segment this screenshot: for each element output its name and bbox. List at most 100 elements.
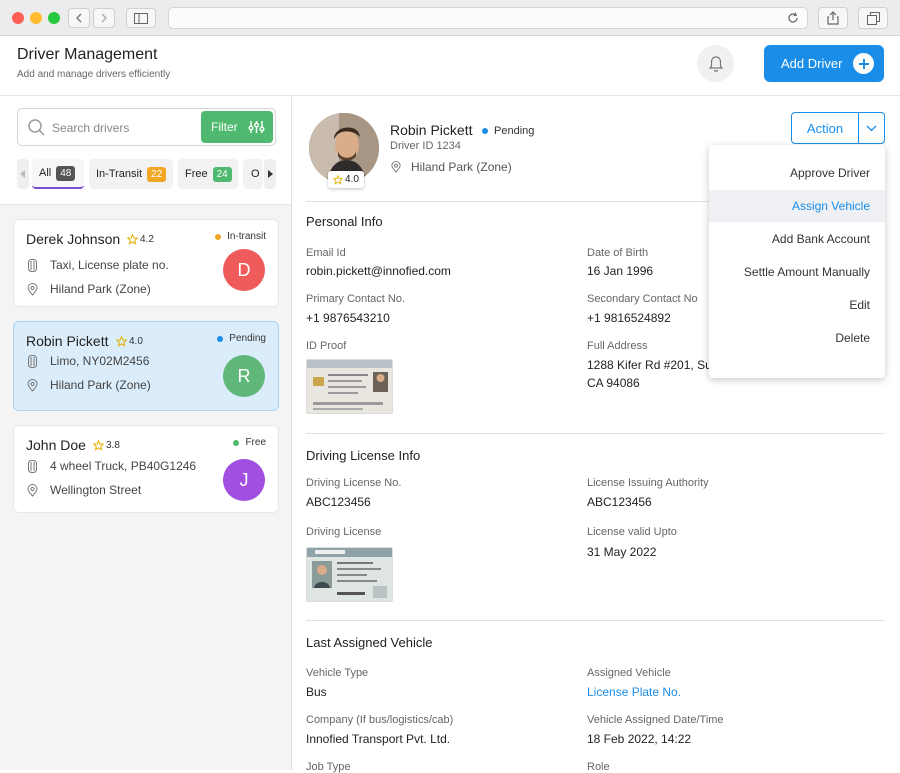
- rating-value: 3.8: [106, 440, 120, 451]
- menu-item-settle-amount[interactable]: Settle Amount Manually: [709, 256, 885, 288]
- issuing-authority-label: License Issuing Authority: [587, 477, 709, 489]
- sidebar-toggle-button[interactable]: [126, 8, 156, 28]
- sliders-icon: [248, 121, 265, 133]
- profile-rating-badge: 4.0: [328, 171, 364, 188]
- driving-license-thumbnail[interactable]: [306, 547, 393, 602]
- window-titlebar: [0, 0, 900, 36]
- share-icon: [827, 11, 839, 25]
- id-proof-thumbnail[interactable]: [306, 359, 393, 414]
- driver-list-panel: Filter All 48 In-Transit 22 Free 24 O: [0, 97, 292, 770]
- zone-text: Hiland Park (Zone): [50, 282, 151, 296]
- primary-contact-label: Primary Contact No.: [306, 293, 406, 305]
- driver-status: Pending: [217, 333, 266, 344]
- menu-item-delete[interactable]: Delete: [709, 322, 885, 354]
- license-card-image-icon: [307, 548, 392, 601]
- driver-zone: Hiland Park (Zone): [26, 378, 151, 392]
- chip-in-transit[interactable]: In-Transit 22: [89, 159, 173, 189]
- action-button-label[interactable]: Action: [792, 113, 859, 143]
- chips-scroll-right-button[interactable]: [264, 159, 276, 189]
- search-input[interactable]: [52, 118, 202, 138]
- notifications-button[interactable]: [697, 45, 734, 82]
- zoom-window-button[interactable]: [48, 12, 60, 24]
- driver-name: Robin Pickett: [26, 333, 109, 349]
- profile-zone: Hiland Park (Zone): [390, 160, 512, 174]
- close-window-button[interactable]: [12, 12, 24, 24]
- driver-zone: Hiland Park (Zone): [26, 282, 151, 296]
- reload-icon[interactable]: [787, 12, 799, 24]
- share-button[interactable]: [818, 7, 848, 29]
- driver-card[interactable]: John Doe 3.8 Free 4 wheel Truck, PB40G12…: [13, 425, 279, 513]
- vehicle-type-label: Vehicle Type: [306, 667, 369, 679]
- rating-value: 4.2: [140, 234, 154, 245]
- driver-name: John Doe: [26, 437, 86, 453]
- caret-right-icon: [268, 170, 273, 178]
- tire-icon: [28, 459, 37, 473]
- vehicle-text: Limo, NY02M2456: [50, 354, 150, 368]
- assigned-vehicle-link[interactable]: License Plate No.: [587, 683, 681, 701]
- sidebar-icon: [134, 12, 148, 24]
- email-value: robin.pickett@innofied.com: [306, 264, 451, 278]
- role-label: Role: [587, 761, 610, 773]
- address-bar[interactable]: [168, 7, 808, 29]
- section-divider: [306, 433, 885, 434]
- avatar: J: [223, 459, 265, 501]
- chip-other[interactable]: O: [243, 159, 263, 189]
- chip-label: Free: [185, 168, 208, 180]
- chip-free[interactable]: Free 24: [178, 159, 238, 189]
- driver-vehicle: 4 wheel Truck, PB40G1246: [26, 459, 196, 473]
- minimize-window-button[interactable]: [30, 12, 42, 24]
- plus-icon: [853, 53, 874, 74]
- filter-button[interactable]: Filter: [201, 111, 273, 143]
- forward-button[interactable]: [93, 8, 115, 28]
- section-title-last-vehicle: Last Assigned Vehicle: [306, 635, 433, 650]
- status-dot: [217, 335, 224, 342]
- chip-label: O: [251, 168, 260, 180]
- assigned-date-value: 18 Feb 2022, 14:22: [587, 732, 692, 746]
- zone-text: Wellington Street: [50, 483, 142, 497]
- chip-count: 22: [147, 166, 167, 182]
- chip-all[interactable]: All 48: [32, 159, 84, 189]
- tabs-icon: [866, 11, 880, 25]
- driver-card[interactable]: Robin Pickett 4.0 Pending Limo, NY02M245…: [13, 321, 279, 411]
- dob-label: Date of Birth: [587, 247, 649, 259]
- driver-status: In-transit: [215, 231, 266, 242]
- filter-label: Filter: [211, 120, 238, 134]
- menu-item-assign-vehicle[interactable]: Assign Vehicle: [709, 190, 885, 222]
- menu-item-edit[interactable]: Edit: [709, 289, 885, 321]
- back-button[interactable]: [68, 8, 90, 28]
- page-title: Driver Management: [17, 46, 158, 63]
- driver-rating: 3.8: [93, 440, 120, 451]
- menu-item-approve-driver[interactable]: Approve Driver: [709, 157, 885, 189]
- caret-left-icon: [20, 170, 25, 178]
- add-driver-label: Add Driver: [781, 56, 843, 71]
- action-dropdown-button[interactable]: Action: [791, 112, 885, 144]
- vehicle-text: Taxi, License plate no.: [50, 258, 169, 272]
- tab-overview-button[interactable]: [858, 7, 888, 29]
- chevron-down-icon[interactable]: [859, 113, 884, 143]
- search-icon: [28, 119, 45, 136]
- add-driver-button[interactable]: Add Driver: [764, 45, 884, 82]
- avatar: R: [223, 355, 265, 397]
- location-pin-icon: [27, 282, 38, 296]
- driver-card[interactable]: Derek Johnson 4.2 In-transit Taxi, Licen…: [13, 219, 279, 307]
- address-line-2: CA 94086: [587, 376, 640, 390]
- assigned-vehicle-label: Assigned Vehicle: [587, 667, 671, 679]
- chip-count: 48: [56, 165, 76, 181]
- dob-value: 16 Jan 1996: [587, 264, 654, 278]
- driver-rating: 4.2: [127, 234, 154, 245]
- status-label: In-transit: [227, 231, 266, 242]
- profile-status: Pending: [482, 125, 534, 137]
- menu-item-add-bank-account[interactable]: Add Bank Account: [709, 223, 885, 255]
- company-value: Innofied Transport Pvt. Ltd.: [306, 732, 451, 746]
- vehicle-type-value: Bus: [306, 685, 327, 699]
- company-label: Company (If bus/logistics/cab): [306, 714, 454, 726]
- license-valid-label: License valid Upto: [587, 526, 677, 538]
- chevron-left-icon: [76, 13, 82, 23]
- chips-scroll-left-button[interactable]: [17, 159, 29, 189]
- location-pin-icon: [27, 378, 38, 392]
- search-box: Filter: [17, 108, 276, 146]
- primary-contact-value: +1 9876543210: [306, 311, 390, 325]
- address-label: Full Address: [587, 340, 648, 352]
- license-no-value: ABC123456: [306, 495, 371, 509]
- location-pin-icon: [27, 483, 38, 497]
